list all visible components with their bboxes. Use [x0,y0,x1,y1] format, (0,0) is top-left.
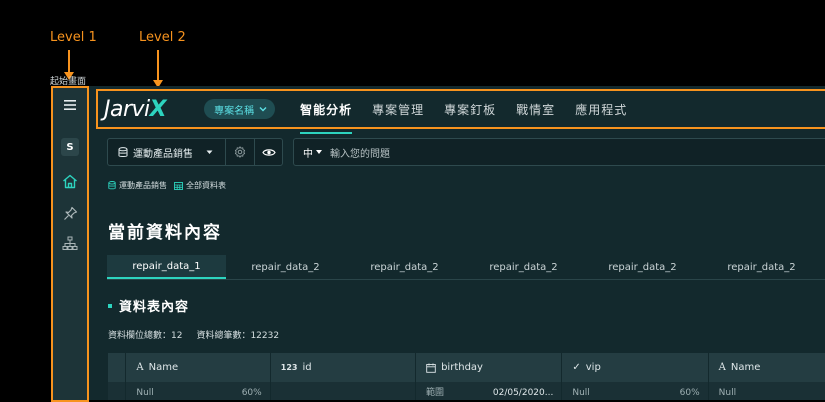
database-icon [108,181,116,190]
tab-repair-data-2[interactable]: repair_data_2 [345,255,464,279]
logo-text: Jarvi [104,96,150,122]
tab-repair-data-2[interactable]: repair_data_2 [226,255,345,279]
tab-repair-data-2[interactable]: repair_data_2 [583,255,702,279]
avatar[interactable]: S [61,138,79,156]
page-title: 當前資料內容 [108,223,222,243]
table-cell: Null [718,388,737,398]
visibility-button[interactable] [255,139,282,165]
record-count: 資料總筆數：12232 [196,331,280,341]
menu-icon[interactable] [60,95,80,115]
database-icon [118,146,128,157]
section-marker [108,303,112,308]
nav-item-apps[interactable]: 應用程式 [575,101,627,118]
top-bar: JarviX 專案名稱 智能分析 專案管理 專案釘板 戰情室 應用程式 [104,93,647,134]
data-table: A Name 123 id birthday ✓ vip A Name Null… [108,353,825,400]
logo[interactable]: JarviX [104,96,167,122]
table-cell: Null 60% [562,382,709,400]
table-header: A Name 123 id birthday ✓ vip A Name [108,353,825,382]
caret-down-icon [316,150,322,154]
question-bar: 中 輸入您的問題 [293,138,825,166]
table-row[interactable]: Null 60% 範圍 02/05/2020... Null 60% Null [108,382,825,400]
section-title: 資料表內容 [108,296,189,315]
hierarchy-icon[interactable] [60,233,80,253]
language-selector[interactable]: 中 [303,145,322,160]
section-title-text: 資料表內容 [119,300,190,315]
pin-icon[interactable] [60,203,80,223]
tab-repair-data-1[interactable]: repair_data_1 [107,255,226,279]
breadcrumb: 運動產品銷售 全部資料表 [108,180,226,191]
nav-item-project-pinboard[interactable]: 專案釘板 [444,101,496,118]
column-label: id [302,362,312,373]
column-label: Name [730,362,761,373]
row-gutter [108,382,127,400]
language-label: 中 [303,148,313,160]
dataset-toolbar: 運動產品銷售 [107,138,283,166]
field-count: 資料欄位總數：12 [108,331,183,341]
tab-repair-data-2[interactable]: repair_data_2 [464,255,583,279]
home-icon[interactable] [60,171,80,191]
text-type-icon: A [136,362,144,373]
dataset-dropdown[interactable]: 運動產品銷售 [108,139,227,165]
text-type-icon: A [718,362,726,373]
table-icon [174,181,183,190]
column-header-vip[interactable]: ✓ vip [562,353,709,382]
table-tabs: repair_data_1 repair_data_2 repair_data_… [107,255,821,279]
check-icon: ✓ [572,362,581,373]
question-input[interactable]: 輸入您的問題 [330,145,390,160]
settings-button[interactable] [226,139,256,165]
breadcrumb-all-tables[interactable]: 全部資料表 [186,180,226,191]
level1-annotation: Level 1 [50,30,97,45]
nav-item-war-room[interactable]: 戰情室 [516,101,555,118]
table-cell [271,382,417,400]
gear-icon [235,146,246,158]
logo-accent: X [149,96,167,122]
caret-down-icon [206,150,213,154]
table-cell: Null 60% [126,382,271,400]
column-header-id[interactable]: 123 id [271,353,417,382]
table-stats: 資料欄位總數：12 資料總筆數：12232 [108,328,279,341]
column-header-name[interactable]: A Name [126,353,271,382]
row-gutter [108,353,127,382]
calendar-icon [426,363,436,373]
column-label: vip [585,362,601,373]
level1-arrow [68,50,70,72]
eye-icon [261,148,276,156]
column-header-birthday[interactable]: birthday [416,353,563,382]
sidebar: S [52,86,88,400]
table-cell: 範圍 02/05/2020... [416,382,563,400]
level2-annotation: Level 2 [139,30,186,45]
nav-item-project-management[interactable]: 專案管理 [372,101,424,118]
project-selector[interactable]: 專案名稱 [204,99,276,119]
project-name: 專案名稱 [214,105,255,117]
tabs-divider [107,279,825,280]
tab-repair-data-2[interactable]: repair_data_2 [702,255,821,279]
main-nav: 智能分析 專案管理 專案釘板 戰情室 應用程式 [300,101,647,134]
chevron-down-icon [259,107,267,112]
level2-arrow [157,50,159,80]
column-label: Name [148,362,179,373]
number-type-icon: 123 [280,363,298,372]
column-label: birthday [441,362,483,373]
breadcrumb-dataset[interactable]: 運動產品銷售 [119,180,167,191]
dataset-name: 運動產品銷售 [133,148,193,160]
nav-item-analysis[interactable]: 智能分析 [300,101,353,134]
column-header-name-2[interactable]: A Name [709,353,825,382]
